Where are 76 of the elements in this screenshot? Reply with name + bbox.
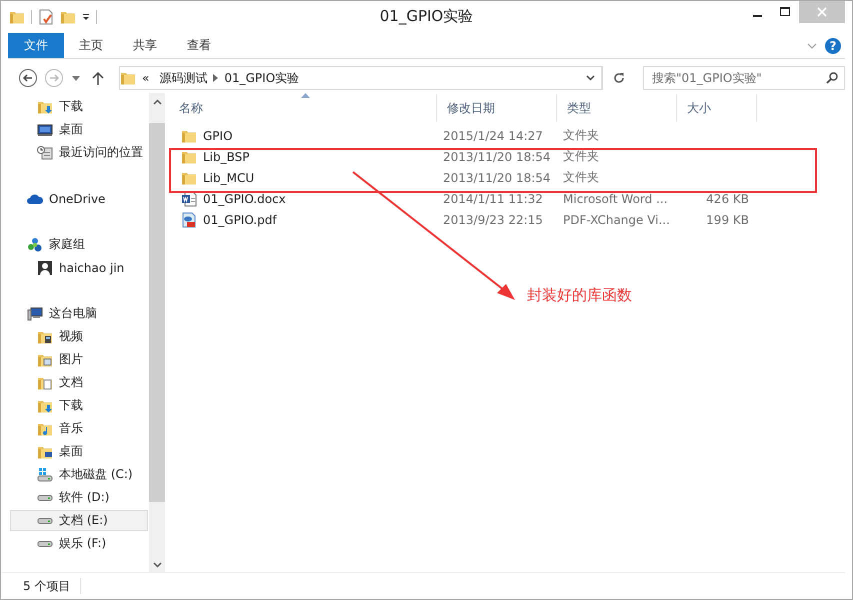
search-field[interactable]: 搜索"01_GPIO实验"	[643, 66, 845, 90]
date-cell-text: 2015/1/24 14:27	[442, 128, 544, 143]
navigation-item[interactable]: 桌面	[10, 441, 148, 462]
ribbon-tab[interactable]: 查看	[172, 33, 226, 58]
date-cell-text: 2013/11/20 18:54	[442, 170, 552, 185]
properties-icon[interactable]	[38, 9, 54, 25]
address-field[interactable]: « 源码测试 01_GPIO实验	[119, 66, 603, 90]
minimize-icon	[752, 15, 762, 17]
refresh-icon	[613, 72, 625, 84]
window-title: 01_GPIO实验	[380, 7, 474, 25]
item-count: 5 个项目	[23, 578, 70, 594]
type-cell-text: Microsoft Word ...	[562, 191, 669, 206]
navigation-item[interactable]: haichao jin	[10, 257, 148, 278]
navigation-item[interactable]: 桌面	[10, 119, 148, 140]
file-name-cell[interactable]: 01_GPIO.pdf	[181, 212, 277, 227]
navigation-item[interactable]: 软件 (D:)	[10, 487, 148, 508]
navigation-item[interactable]: 文档 (E:)	[10, 510, 148, 531]
date-cell-text: 2013/9/23 22:15	[442, 212, 544, 227]
date-cell-text: 2014/1/11 11:32	[442, 191, 544, 206]
ribbon-tab[interactable]: 共享	[118, 33, 172, 58]
help-button[interactable]: ?	[825, 38, 841, 54]
computer-icon	[27, 306, 43, 322]
navigation-item[interactable]: 下载	[10, 96, 148, 117]
folder-icon	[120, 70, 136, 86]
size-cell-text: 199 KB	[705, 212, 750, 227]
drive-icon	[37, 540, 53, 546]
navigation-item[interactable]: 最近访问的位置	[10, 142, 148, 163]
maximize-icon	[780, 7, 790, 17]
drive-icon	[37, 518, 53, 524]
customize-dropdown-icon[interactable]	[82, 13, 90, 21]
navigation-item[interactable]: 娱乐 (F:)	[10, 533, 148, 554]
navigation-item[interactable]: 图片	[10, 349, 148, 370]
type-cell-text: 文件夹	[562, 170, 600, 185]
size-cell-text: 426 KB	[705, 191, 750, 206]
breadcrumb-separator-icon[interactable]	[213, 74, 218, 82]
user-silhouette-icon	[37, 260, 53, 276]
file-name-cell[interactable]: 01_GPIO.docx	[181, 191, 286, 206]
navigation-item[interactable]: 本地磁盘 (C:)	[10, 464, 148, 485]
file-menu-tab[interactable]: 文件	[8, 33, 64, 58]
chevron-down-icon	[586, 75, 595, 81]
search-icon	[826, 72, 838, 84]
folder-icon	[9, 9, 25, 25]
navigation-item[interactable]: 视频	[10, 326, 148, 347]
file-name-cell[interactable]: GPIO	[181, 128, 233, 143]
expand-ribbon-chevron-icon[interactable]	[807, 42, 817, 48]
close-icon	[817, 7, 827, 17]
column-header[interactable]: 大小	[677, 94, 757, 122]
navigation-item[interactable]: 下载	[10, 395, 148, 416]
path-overflow-chevron[interactable]: «	[136, 71, 154, 85]
type-cell-text: PDF-XChange Vi...	[562, 212, 671, 227]
navigation-item[interactable]: 文档	[10, 372, 148, 393]
column-header[interactable]: 名称	[169, 94, 437, 122]
date-cell-text: 2013/11/20 18:54	[442, 149, 552, 164]
file-name-cell[interactable]: Lib_BSP	[181, 149, 250, 164]
column-header[interactable]: 修改日期	[437, 94, 557, 122]
ribbon-tab[interactable]: 主页	[64, 33, 118, 58]
breadcrumb-item[interactable]: 01_GPIO实验	[218, 70, 306, 86]
navigation-item[interactable]: 音乐	[10, 418, 148, 439]
navigation-item[interactable]: OneDrive	[10, 188, 148, 209]
type-cell-text: 文件夹	[562, 149, 600, 164]
breadcrumb-item[interactable]: 源码测试	[153, 70, 214, 86]
recent-places-icon	[37, 144, 53, 160]
navigation-item[interactable]: 这台电脑	[10, 303, 148, 324]
column-header[interactable]: 类型	[557, 94, 677, 122]
back-button[interactable]	[17, 67, 39, 89]
drive-icon	[37, 494, 53, 500]
navigation-item[interactable]: 家庭组	[10, 234, 148, 255]
annotation-text: 封装好的库函数	[527, 286, 632, 305]
system-drive-icon	[37, 466, 53, 482]
file-name-cell[interactable]: Lib_MCU	[181, 170, 254, 185]
type-cell-text: 文件夹	[562, 128, 600, 143]
monitor-icon	[37, 122, 53, 138]
homegroup-icon	[27, 236, 43, 252]
up-arrow-icon	[92, 71, 104, 85]
pdf-document-icon	[181, 212, 197, 228]
scrollbar[interactable]	[149, 93, 165, 572]
